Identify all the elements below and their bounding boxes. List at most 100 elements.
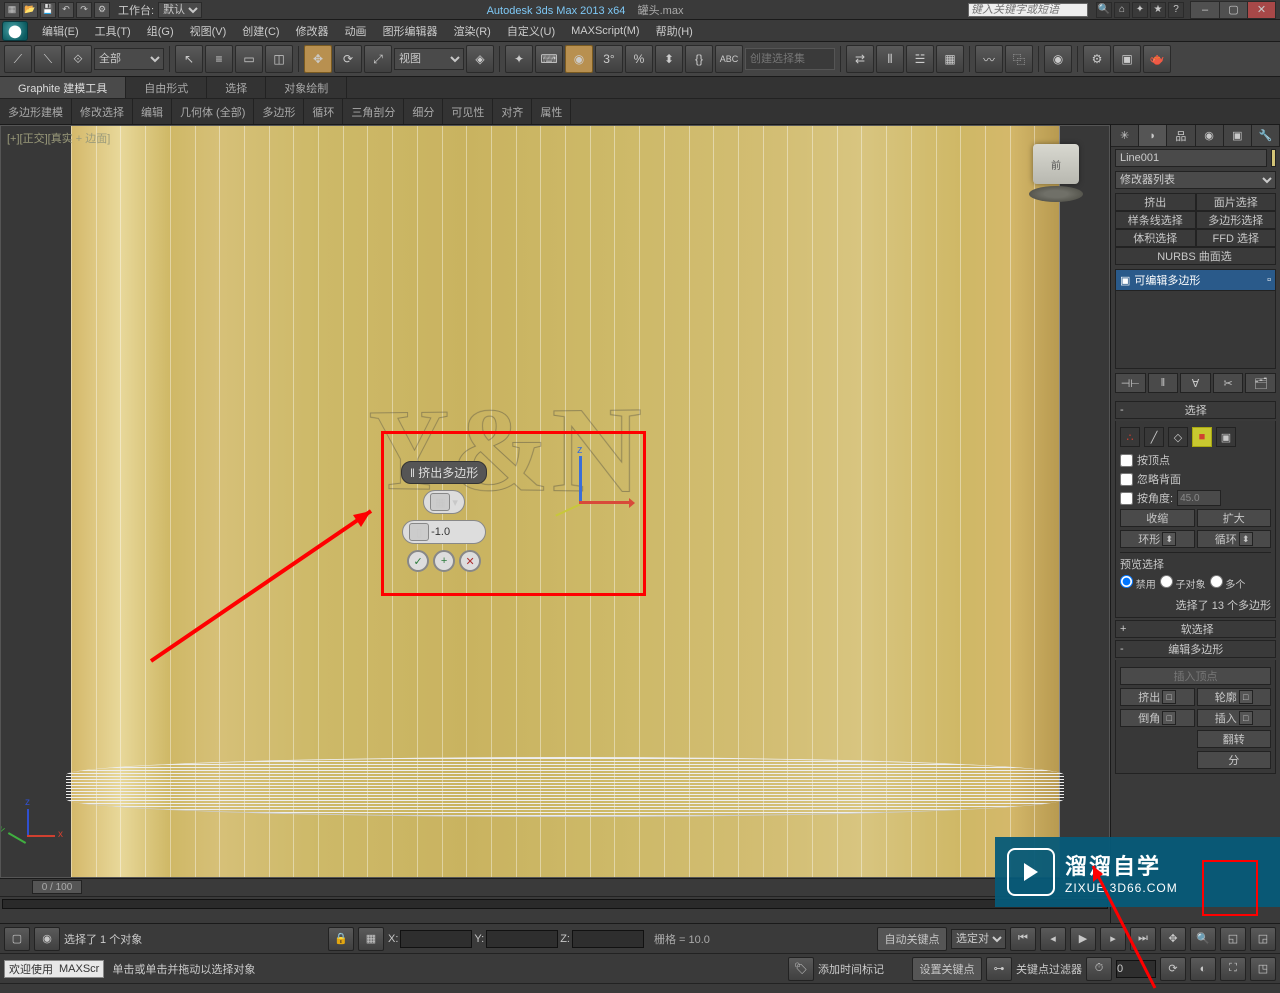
named-selection-sets[interactable] — [745, 48, 835, 70]
viewcube-ring[interactable] — [1029, 186, 1083, 202]
time-config-icon[interactable]: ⏱ — [1086, 957, 1112, 981]
caddy-type-spinner[interactable]: ▦ ▾ — [423, 490, 465, 514]
listener-tabs[interactable]: 欢迎使用 MAXScr — [4, 960, 104, 978]
play-next-frame-icon[interactable]: ▸ — [1100, 927, 1126, 951]
x-input[interactable] — [400, 930, 472, 948]
object-color-swatch[interactable] — [1271, 149, 1276, 167]
undo-icon[interactable]: ↶ — [58, 2, 74, 18]
mod-btn-ffd-select[interactable]: FFD 选择 — [1196, 229, 1277, 247]
subtab-align[interactable]: 对齐 — [493, 99, 532, 124]
new-icon[interactable]: ▦ — [4, 2, 20, 18]
time-scrubber[interactable]: 0 / 100 — [32, 880, 82, 894]
by-angle-checkbox[interactable] — [1120, 492, 1133, 505]
nav-zoom-all-icon[interactable]: ◲ — [1250, 927, 1276, 951]
tab-modify-icon[interactable]: ◗ — [1139, 125, 1167, 146]
ribbon-tab-paint[interactable]: 对象绘制 — [266, 77, 347, 98]
mod-btn-poly-select[interactable]: 多边形选择 — [1196, 211, 1277, 229]
keyboard-shortcut-icon[interactable]: ⌨ — [535, 45, 563, 73]
subobj-polygon-icon[interactable] — [1192, 427, 1212, 447]
favorite-icon[interactable]: ★ — [1150, 2, 1166, 18]
search-icon[interactable]: 🔍 — [1096, 2, 1112, 18]
menu-animation[interactable]: 动画 — [337, 20, 375, 41]
material-editor-icon[interactable]: ◉ — [1044, 45, 1072, 73]
maximize-button[interactable]: ▢ — [1219, 2, 1247, 18]
inset-button[interactable]: 插入□ — [1197, 709, 1272, 727]
flip-button[interactable]: 翻转 — [1197, 730, 1272, 748]
mod-btn-extrude[interactable]: 挤出 — [1115, 193, 1196, 211]
mod-btn-nurbs[interactable]: NURBS 曲面选 — [1115, 247, 1276, 265]
configure-sets-icon[interactable]: 🗂 — [1245, 373, 1276, 393]
subscription-icon[interactable]: ⌂ — [1114, 2, 1130, 18]
ribbon-tab-selection[interactable]: 选择 — [207, 77, 266, 98]
subtab-tris[interactable]: 三角剖分 — [343, 99, 404, 124]
abs-rel-icon[interactable]: ▦ — [358, 927, 384, 951]
viewport-label[interactable]: [+][正交][真实 + 边面] — [7, 130, 110, 146]
subtab-polygons[interactable]: 多边形 — [254, 99, 304, 124]
link-icon[interactable]: ⚙ — [94, 2, 110, 18]
viewcube[interactable]: 前 — [1023, 138, 1089, 204]
modifier-stack[interactable]: ▣ 可编辑多边形 ▫ — [1115, 269, 1276, 369]
nav-pan-icon[interactable]: ✥ — [1160, 927, 1186, 951]
key-target-dropdown[interactable]: 选定对 — [951, 929, 1006, 949]
save-icon[interactable]: 💾 — [40, 2, 56, 18]
render-setup-icon[interactable]: ⚙ — [1083, 45, 1111, 73]
unlink-icon[interactable]: ⟍ — [34, 45, 62, 73]
play-prev-frame-icon[interactable]: ◂ — [1040, 927, 1066, 951]
subobj-vertex-icon[interactable]: ∴ — [1120, 427, 1140, 447]
time-tag-icon[interactable]: 🏷 — [788, 957, 814, 981]
scale-icon[interactable]: ⤢ — [364, 45, 392, 73]
mod-btn-patch-select[interactable]: 面片选择 — [1196, 193, 1277, 211]
align-icon[interactable]: ⫴ — [876, 45, 904, 73]
subtab-loops[interactable]: 循环 — [304, 99, 343, 124]
mod-btn-vol-select[interactable]: 体积选择 — [1115, 229, 1196, 247]
z-input[interactable] — [572, 930, 644, 948]
preview-off-radio[interactable] — [1120, 575, 1133, 588]
subtab-modify-sel[interactable]: 修改选择 — [72, 99, 133, 124]
layers-icon[interactable]: ☱ — [906, 45, 934, 73]
preview-multi-radio[interactable] — [1210, 575, 1223, 588]
play-icon[interactable]: ▶ — [1070, 927, 1096, 951]
shrink-button[interactable]: 收缩 — [1120, 509, 1195, 527]
ref-coord-system[interactable]: 视图 — [394, 48, 464, 70]
menu-tools[interactable]: 工具(T) — [87, 20, 139, 41]
help-icon[interactable]: ? — [1168, 2, 1184, 18]
search-input[interactable] — [968, 3, 1088, 17]
grow-button[interactable]: 扩大 — [1197, 509, 1272, 527]
menu-edit[interactable]: 编辑(E) — [34, 20, 87, 41]
workspace-dropdown[interactable]: 默认 — [158, 2, 202, 18]
mod-btn-spline-select[interactable]: 样条线选择 — [1115, 211, 1196, 229]
bevel-settings-icon[interactable]: □ — [1162, 711, 1176, 725]
rollout-soft-title[interactable]: + 软选择 — [1115, 620, 1276, 638]
curve-editor-icon[interactable]: 〰 — [975, 45, 1003, 73]
open-icon[interactable]: 📂 — [22, 2, 38, 18]
nav-maximize-icon[interactable]: ⛶ — [1220, 957, 1246, 981]
menu-help[interactable]: 帮助(H) — [648, 20, 701, 41]
expand-icon[interactable]: ▣ — [1120, 274, 1130, 287]
menu-customize[interactable]: 自定义(U) — [499, 20, 563, 41]
lock-selection-icon[interactable]: ▢ — [4, 927, 30, 951]
modifier-list-dropdown[interactable]: 修改器列表 — [1115, 171, 1276, 189]
by-vertex-checkbox[interactable] — [1120, 454, 1133, 467]
key-filters-label[interactable]: 关键点过滤器 — [1016, 961, 1082, 977]
play-prev-key-icon[interactable]: ⏮ — [1010, 927, 1036, 951]
viewcube-face[interactable]: 前 — [1033, 144, 1079, 184]
menu-modifiers[interactable]: 修改器 — [288, 20, 337, 41]
bevel-button[interactable]: 倒角□ — [1120, 709, 1195, 727]
subobj-element-icon[interactable]: ▣ — [1216, 427, 1236, 447]
caddy-cancel-button[interactable]: ✕ — [459, 550, 481, 572]
add-time-tag-label[interactable]: 添加时间标记 — [818, 961, 884, 977]
gizmo-y-axis[interactable] — [555, 502, 583, 516]
nav-orbit-icon[interactable]: ⟳ — [1160, 957, 1186, 981]
loop-button[interactable]: 循环⬍ — [1197, 530, 1272, 548]
subtab-edit[interactable]: 编辑 — [133, 99, 172, 124]
nav-zoom-icon[interactable]: 🔍 — [1190, 927, 1216, 951]
tab-create-icon[interactable]: ✳ — [1111, 125, 1139, 146]
ring-button[interactable]: 环形⬍ — [1120, 530, 1195, 548]
outline-button[interactable]: 轮廓□ — [1197, 688, 1272, 706]
rotate-icon[interactable]: ⟳ — [334, 45, 362, 73]
gizmo-x-axis[interactable] — [579, 501, 629, 504]
object-name-input[interactable] — [1115, 149, 1267, 167]
set-key-button[interactable]: 设置关键点 — [912, 957, 982, 981]
subtab-visibility[interactable]: 可见性 — [443, 99, 493, 124]
caddy-height-spinner[interactable]: ▯ — [402, 520, 486, 544]
